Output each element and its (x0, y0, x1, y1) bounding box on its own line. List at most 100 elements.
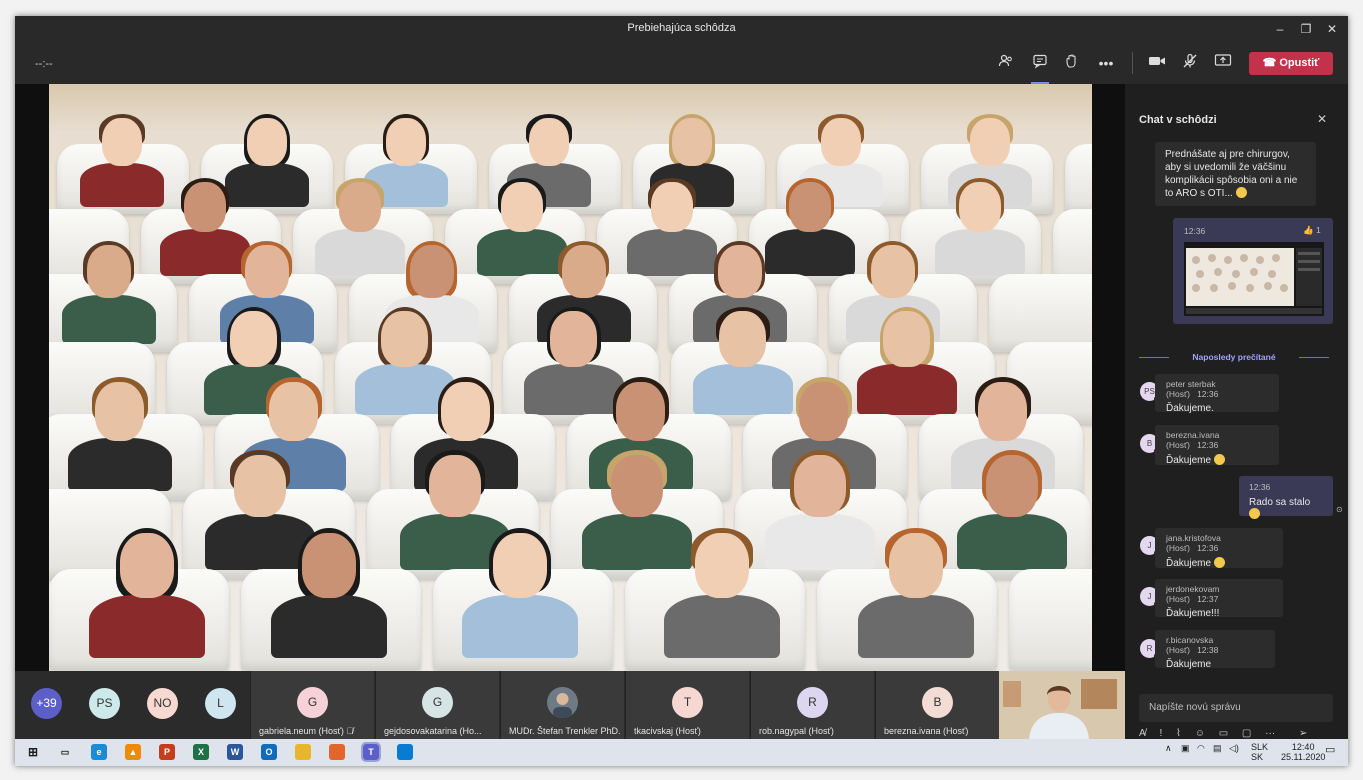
participant-tile[interactable]: T tkacivskaj (Hosť) (625, 671, 749, 739)
excel-icon[interactable]: X (193, 744, 209, 760)
participant-name: rob.nagypal (Hosť) (759, 726, 834, 736)
participant-avatar[interactable]: NO (147, 688, 178, 719)
message-time: 12:37 (1197, 594, 1219, 604)
participant-avatar[interactable]: L (205, 688, 236, 719)
camera-icon[interactable] (1147, 53, 1167, 73)
tray-chevron-icon[interactable]: ∧ (1165, 743, 1172, 754)
file-explorer-icon[interactable] (295, 744, 311, 760)
maximize-button[interactable]: ❐ (1297, 20, 1315, 38)
image-message[interactable]: 12:36 👍 1 (1173, 218, 1333, 324)
leave-button[interactable]: ☎ Opustiť (1249, 52, 1333, 75)
teams-icon[interactable]: T (361, 742, 381, 762)
vlc-icon[interactable]: ▲ (125, 744, 141, 760)
people-icon[interactable] (996, 53, 1016, 73)
divider-line (1139, 357, 1169, 358)
participant-name: berezna.ivana (Hosť) (884, 726, 969, 736)
participant-tile[interactable]: G gejdosovakatarina (Ho... (375, 671, 499, 739)
attendee-video (271, 528, 387, 671)
task-view-icon[interactable]: ▭ (57, 744, 73, 760)
firefox-icon[interactable] (329, 744, 345, 760)
teams-meeting-window: Prebiehajúca schôdza – ❐ ✕ --:-- ••• ☎ O… (15, 16, 1348, 766)
leave-label: Opustiť (1279, 57, 1320, 69)
meeting-timer: --:-- (35, 58, 53, 70)
windows-start-icon[interactable]: ⊞ (25, 744, 41, 760)
sticker-icon[interactable]: ▢ (1242, 728, 1251, 739)
chat-message: Prednášate aj pre chirurgov, aby si uved… (1155, 142, 1316, 206)
close-window-button[interactable]: ✕ (1323, 20, 1341, 38)
participant-name: gejdosovakatarina (Ho... (384, 726, 482, 736)
compose-message-input[interactable]: Napíšte novú správu (1139, 694, 1333, 722)
notifications-icon[interactable]: ▭ (1325, 743, 1335, 756)
clock[interactable]: 12:40 25.11.2020 (1281, 742, 1325, 762)
participant-avatar: R (797, 687, 828, 718)
auditorium-seat (1065, 144, 1092, 214)
participant-tile[interactable]: G gabriela.neum (Hosť) 🎙̸ (250, 671, 374, 739)
thumbs-up-icon: 👍 (1303, 225, 1314, 235)
emoji-icon[interactable]: ☺ (1195, 728, 1205, 739)
message-text: Ďakujeme (1166, 455, 1212, 466)
raise-hand-icon[interactable] (1062, 53, 1082, 73)
message-text: Prednášate aj pre chirurgov, aby si uved… (1165, 149, 1298, 199)
message-time: 12:36 (1184, 226, 1206, 236)
participant-avatar: G (297, 687, 328, 718)
message-time: 12:36 (1197, 389, 1219, 399)
send-icon[interactable]: ➢ (1299, 728, 1307, 739)
message-time: 12:36 (1249, 482, 1271, 492)
window-title: Prebiehajúca schôdza (627, 22, 736, 34)
volume-icon[interactable]: ◁) (1229, 743, 1239, 754)
attendee-video (664, 528, 780, 671)
reaction-count: 1 (1315, 225, 1321, 235)
hang-up-icon: ☎ (1262, 57, 1277, 69)
photos-icon[interactable] (397, 744, 413, 760)
attendee-video (89, 528, 205, 671)
network-icon[interactable]: ▤ (1213, 743, 1222, 754)
meeting-toolbar: --:-- ••• ☎ Opustiť (15, 42, 1348, 84)
outlook-icon[interactable]: O (261, 744, 277, 760)
close-chat-icon[interactable]: ✕ (1317, 112, 1327, 126)
smile-emoji-icon (1213, 454, 1225, 465)
chat-message: berezna.ivana (Hosť) 12:36 Ďakujeme (1155, 425, 1279, 466)
together-mode-stage (15, 84, 1125, 671)
share-screen-icon[interactable] (1213, 53, 1233, 73)
edge-icon[interactable]: e (91, 744, 107, 760)
participant-tile[interactable]: B berezna.ivana (Hosť) (875, 671, 999, 739)
chat-message: r.bicanovska (Hosť) 12:38 Ďakujeme (1155, 630, 1275, 670)
gif-icon[interactable]: ▭ (1219, 728, 1228, 739)
message-text: Ďakujeme. (1166, 403, 1214, 414)
seen-status-icon: ⊙ (1336, 505, 1343, 514)
participant-avatar: T (672, 687, 703, 718)
mic-off-icon: 🎙̸ (346, 726, 354, 736)
auditorium-seat (989, 274, 1092, 352)
self-view-video[interactable] (999, 671, 1125, 739)
participant-avatar[interactable]: PS (89, 688, 120, 719)
outlook-tray-icon[interactable]: ▣ (1181, 743, 1190, 754)
important-icon[interactable]: ! (1159, 728, 1162, 739)
participant-tile[interactable]: MUDr. Štefan Trenkler PhD. (500, 671, 624, 739)
message-text: Ďakujeme!!! (1166, 608, 1220, 619)
more-options-icon[interactable]: ··· (1265, 728, 1275, 739)
chat-icon[interactable] (1030, 53, 1050, 73)
language-sub: SK (1251, 752, 1264, 762)
participant-tile[interactable]: R rob.nagypal (Hosť) (750, 671, 874, 739)
compose-toolbar: A̸ ! ⌇ ☺ ▭ ▢ ··· ➢ (1139, 728, 1318, 739)
participant-name: gabriela.neum (Hosť) (259, 726, 344, 736)
wifi-icon[interactable]: ◠ (1197, 743, 1205, 754)
auditorium-scene (49, 84, 1092, 671)
shared-screenshot-thumbnail (1184, 242, 1324, 316)
language-indicator[interactable]: SLK SK (1251, 742, 1268, 762)
powerpoint-icon[interactable]: P (159, 744, 175, 760)
sunglasses-emoji-icon (1235, 187, 1247, 198)
mic-off-icon[interactable] (1180, 53, 1200, 73)
more-icon[interactable]: ••• (1096, 53, 1116, 73)
minimize-button[interactable]: – (1271, 20, 1289, 38)
smile-emoji-icon (1213, 557, 1225, 568)
message-time: 12:38 (1197, 645, 1219, 655)
attach-icon[interactable]: ⌇ (1176, 728, 1181, 739)
word-icon[interactable]: W (227, 744, 243, 760)
language-code: SLK (1251, 742, 1269, 752)
format-icon[interactable]: A̸ (1139, 728, 1146, 739)
participant-photo (547, 687, 578, 718)
chat-message: jana.kristofova (Hosť) 12:36 Ďakujeme (1155, 528, 1283, 569)
overflow-participants-count[interactable]: +39 (31, 688, 62, 719)
chat-message: jerdonekovam (Hosť) 12:37 Ďakujeme!!! (1155, 579, 1283, 619)
